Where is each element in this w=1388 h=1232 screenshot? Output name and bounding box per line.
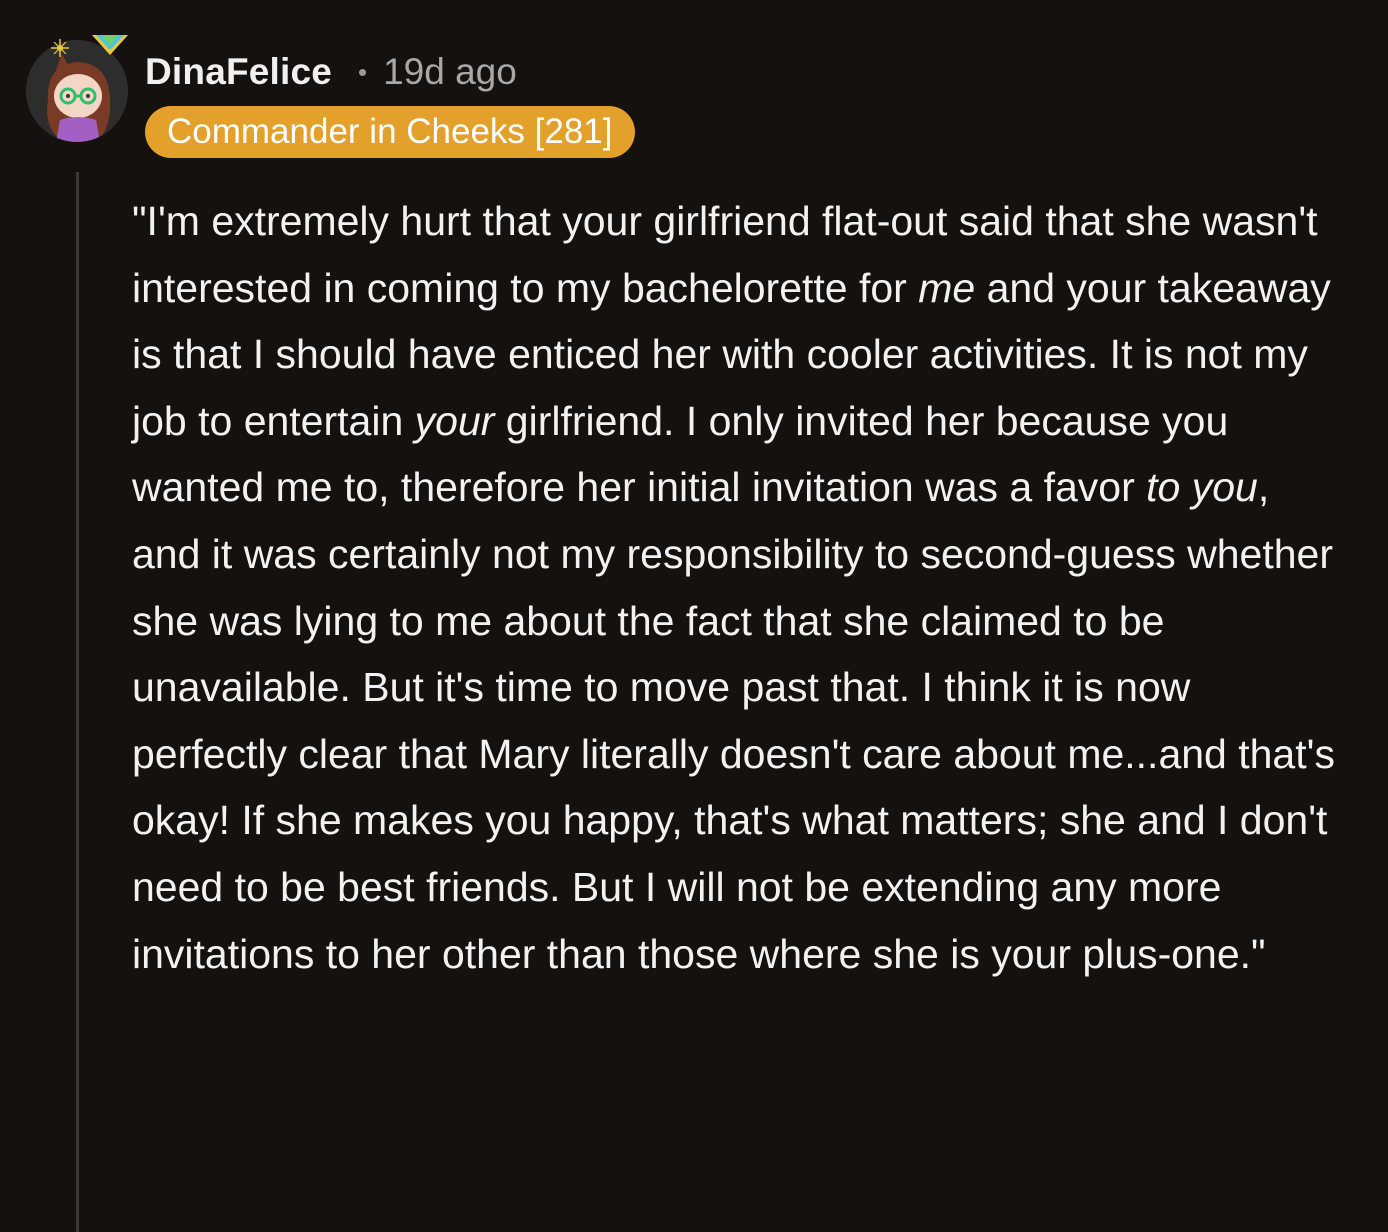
comment: DinaFelice 19d ago Commander in Cheeks […	[0, 0, 1388, 1232]
username-link[interactable]: DinaFelice	[145, 51, 332, 93]
timestamp[interactable]: 19d ago	[383, 51, 517, 93]
rainbow-hat-icon	[92, 35, 128, 55]
sparkle-icon	[51, 39, 69, 57]
user-flair: Commander in Cheeks [281]	[145, 106, 635, 158]
comment-text-segment: , and it was certainly not my responsibi…	[132, 464, 1335, 977]
comment-text-emphasis: me	[918, 264, 976, 311]
comment-body: "I'm extremely hurt that your girlfriend…	[132, 188, 1342, 987]
thread-line[interactable]	[76, 172, 79, 1232]
comment-text-emphasis: to you	[1146, 464, 1258, 511]
separator-dot	[359, 68, 367, 76]
comment-header: DinaFelice 19d ago	[145, 48, 517, 96]
comment-text-emphasis: your	[414, 397, 495, 444]
